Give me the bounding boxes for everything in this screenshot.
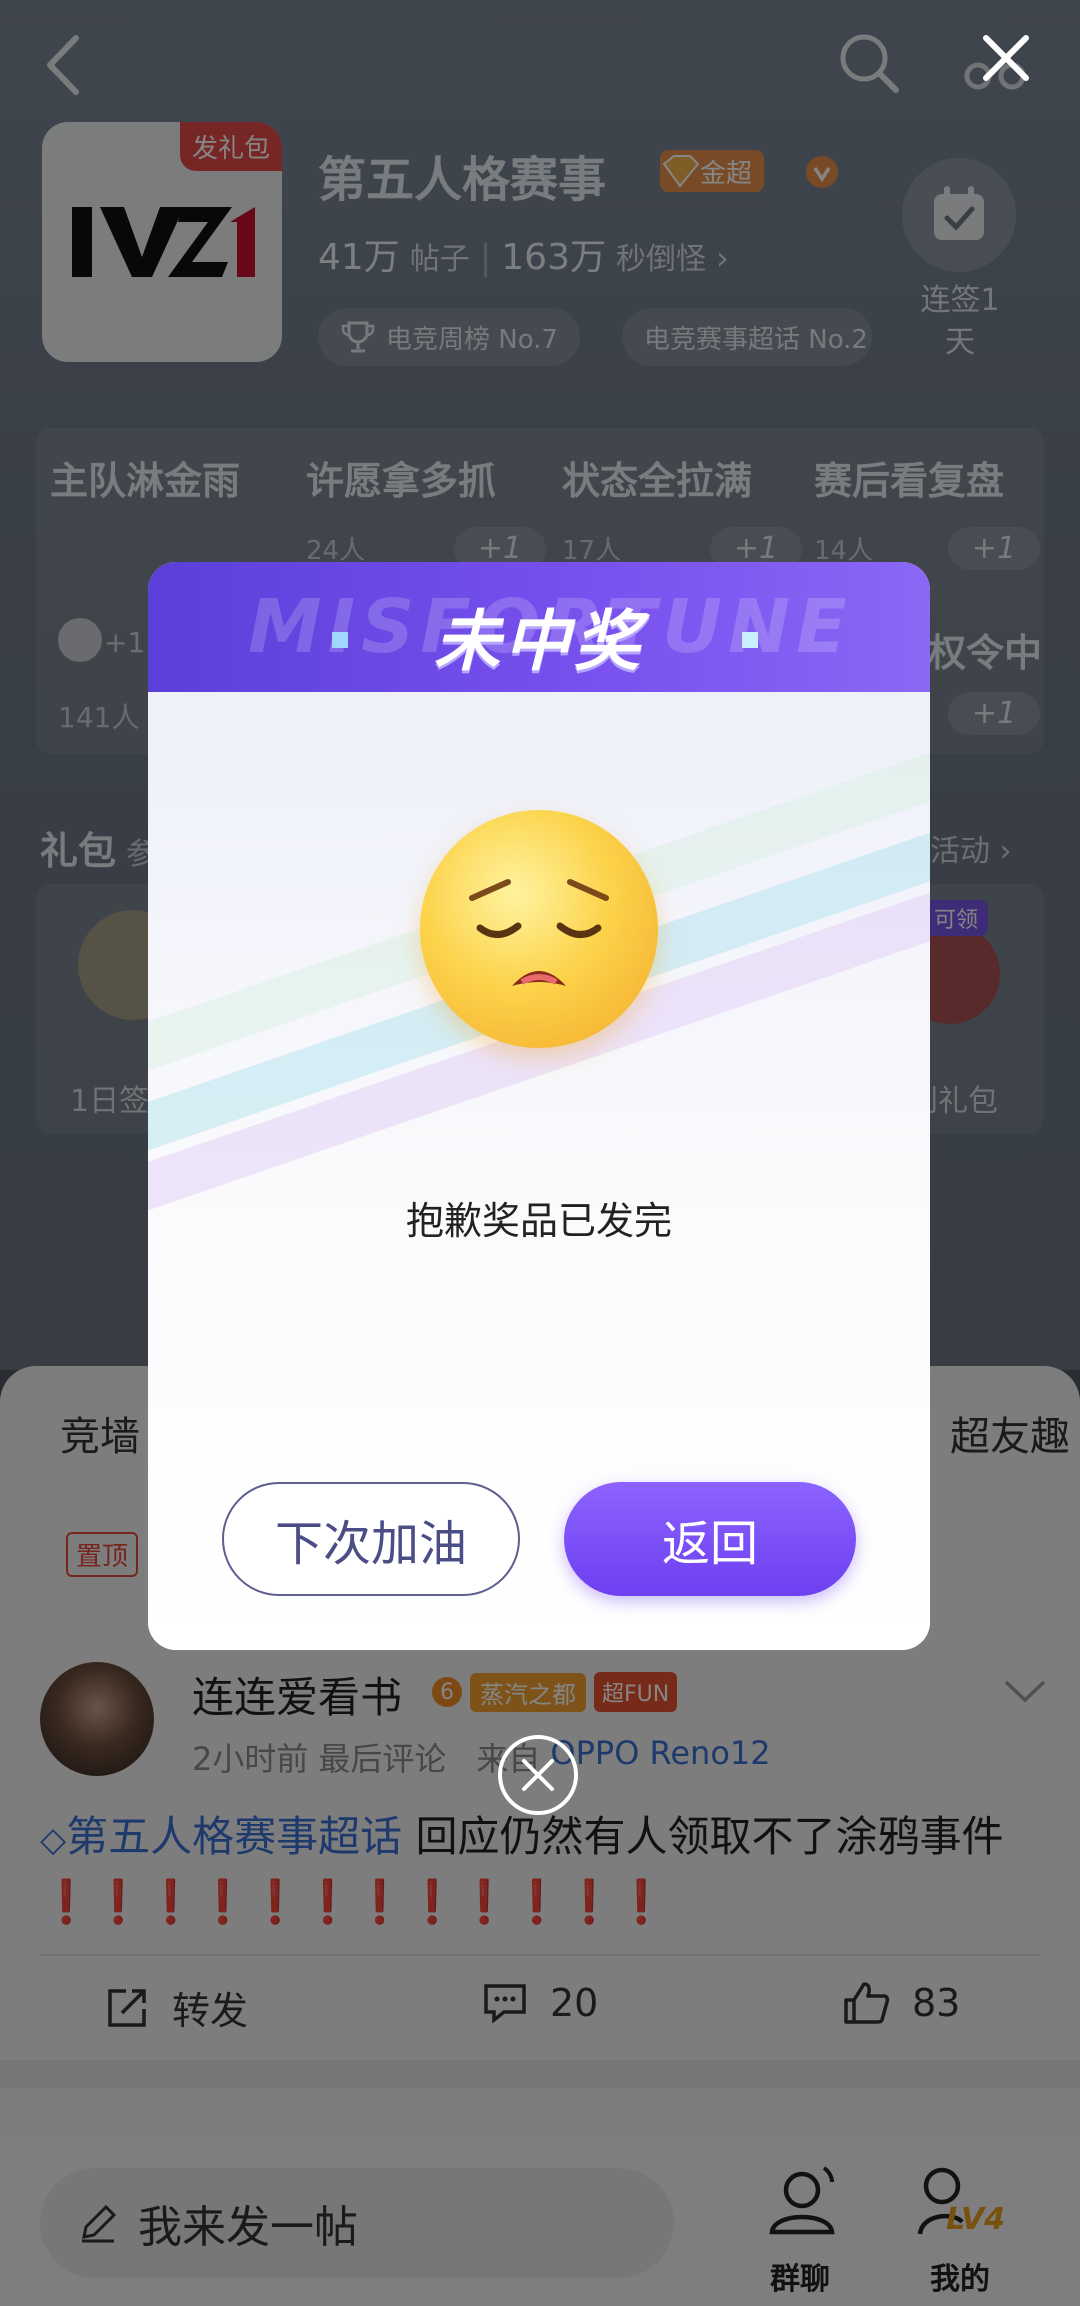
close-icon bbox=[522, 1759, 554, 1791]
try-again-button[interactable]: 下次加油 bbox=[222, 1482, 520, 1596]
dialog-header: MISFORTUNE 未中奖 bbox=[148, 562, 930, 692]
close-button[interactable] bbox=[976, 28, 1036, 88]
sad-face-icon bbox=[420, 810, 658, 1048]
close-icon bbox=[983, 35, 1029, 81]
dialog-close-button[interactable] bbox=[498, 1735, 578, 1815]
dialog-title: 未中奖 bbox=[434, 603, 644, 680]
return-button[interactable]: 返回 bbox=[564, 1482, 856, 1596]
result-dialog: MISFORTUNE 未中奖 抱歉奖品已发完 下次加油 返回 bbox=[148, 562, 930, 1650]
dialog-message: 抱歉奖品已发完 bbox=[405, 1199, 672, 1243]
